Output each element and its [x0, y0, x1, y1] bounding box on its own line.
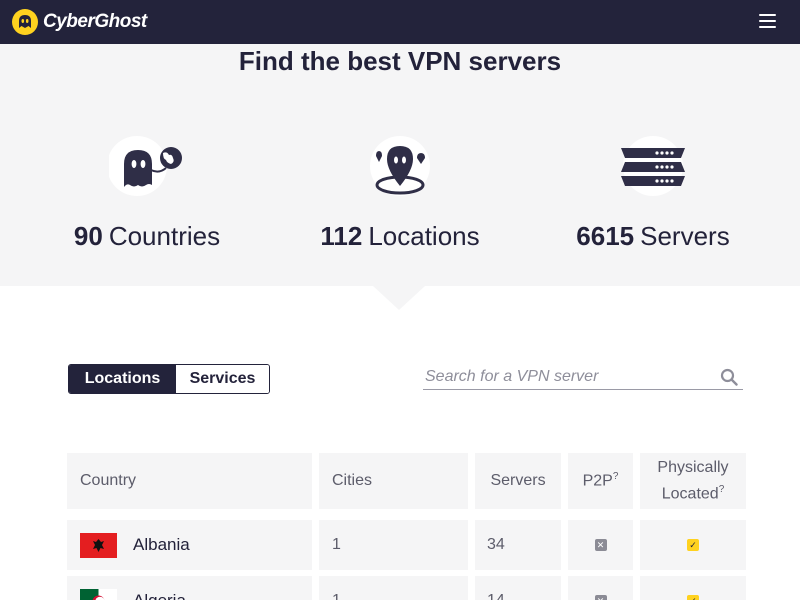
table-row-cities-cell: 1 — [319, 520, 468, 570]
server-rack-icon — [621, 136, 685, 196]
stat-locations-label: Locations — [368, 221, 480, 251]
locations-services-toggle: Locations Services — [68, 364, 270, 394]
stat-locations: 112 Locations — [270, 134, 530, 252]
tab-locations[interactable]: Locations — [69, 365, 176, 393]
column-header-cities-label: Cities — [332, 472, 373, 489]
cities-count: 1 — [332, 536, 341, 553]
stat-servers-text: 6615 Servers — [523, 221, 783, 252]
column-header-servers-label: Servers — [490, 472, 546, 489]
page-title: Find the best VPN servers — [238, 46, 562, 76]
cities-count: 1 — [332, 592, 341, 600]
search-input[interactable] — [425, 366, 710, 388]
column-header-cities[interactable]: Cities — [319, 453, 468, 509]
location-pin-icon — [370, 136, 430, 196]
table-row-servers-cell: 14 — [475, 576, 561, 600]
algeria-flag-icon — [80, 588, 117, 600]
table-row-servers-cell: 34 — [475, 520, 561, 570]
stat-countries-label: Countries — [108, 221, 221, 251]
stat-countries-text: 90 Countries — [17, 221, 277, 252]
physically-located-check-icon: ✓ — [687, 595, 699, 600]
column-header-p2p-label: P2P — [582, 472, 613, 490]
table-row-country-cell[interactable]: Algeria — [67, 576, 312, 600]
p2p-help-tooltip[interactable]: ? — [613, 471, 619, 482]
table-row-physically-located-cell: ✓ — [640, 520, 746, 570]
tab-services[interactable]: Services — [176, 365, 269, 393]
stat-countries: 90 Countries — [17, 134, 277, 252]
hero-pointer-arrow — [373, 286, 425, 310]
stat-servers: 6615 Servers — [523, 134, 783, 252]
stat-servers-number: 6615 — [576, 221, 635, 251]
country-name: Albania — [133, 535, 190, 554]
servers-count: 14 — [487, 592, 505, 600]
hamburger-menu-icon[interactable] — [757, 13, 779, 31]
table-row-cities-cell: 1 — [319, 576, 468, 600]
physically-located-check-icon: ✓ — [687, 539, 699, 551]
servers-count: 34 — [487, 536, 505, 553]
search-bar — [423, 364, 743, 390]
physically-located-help-tooltip[interactable]: ? — [719, 484, 725, 495]
column-header-servers[interactable]: Servers — [475, 453, 561, 509]
search-icon[interactable] — [720, 368, 738, 386]
brand-name: CyberGhost — [43, 11, 147, 32]
ghost-globe-icon — [107, 136, 182, 196]
column-header-physically-located[interactable]: Physically Located? — [640, 453, 746, 509]
column-header-country[interactable]: Country — [67, 453, 312, 509]
country-name: Algeria — [133, 591, 186, 600]
column-header-p2p[interactable]: P2P? — [568, 453, 633, 509]
p2p-unavailable-icon: ✕ — [594, 539, 607, 551]
brand-logo[interactable]: CyberGhost — [11, 7, 147, 37]
column-header-physically-located-label: Physically Located — [657, 458, 729, 503]
ghost-logo-icon — [12, 9, 38, 35]
column-header-country-label: Country — [80, 472, 137, 489]
table-row-country-cell[interactable]: Albania — [67, 520, 312, 570]
stat-countries-number: 90 — [73, 221, 103, 251]
p2p-unavailable-icon: ✕ — [594, 595, 607, 600]
top-navbar: CyberGhost — [0, 0, 800, 44]
stat-locations-number: 112 — [320, 221, 363, 251]
table-row-physically-located-cell: ✓ — [640, 576, 746, 600]
hero-section: Find the best VPN servers 90 Countries 11… — [0, 44, 800, 286]
table-row-p2p-cell: ✕ — [568, 576, 633, 600]
table-row-p2p-cell: ✕ — [568, 520, 633, 570]
albania-flag-icon — [80, 532, 117, 558]
stat-servers-label: Servers — [640, 221, 730, 251]
stat-locations-text: 112 Locations — [270, 221, 530, 252]
